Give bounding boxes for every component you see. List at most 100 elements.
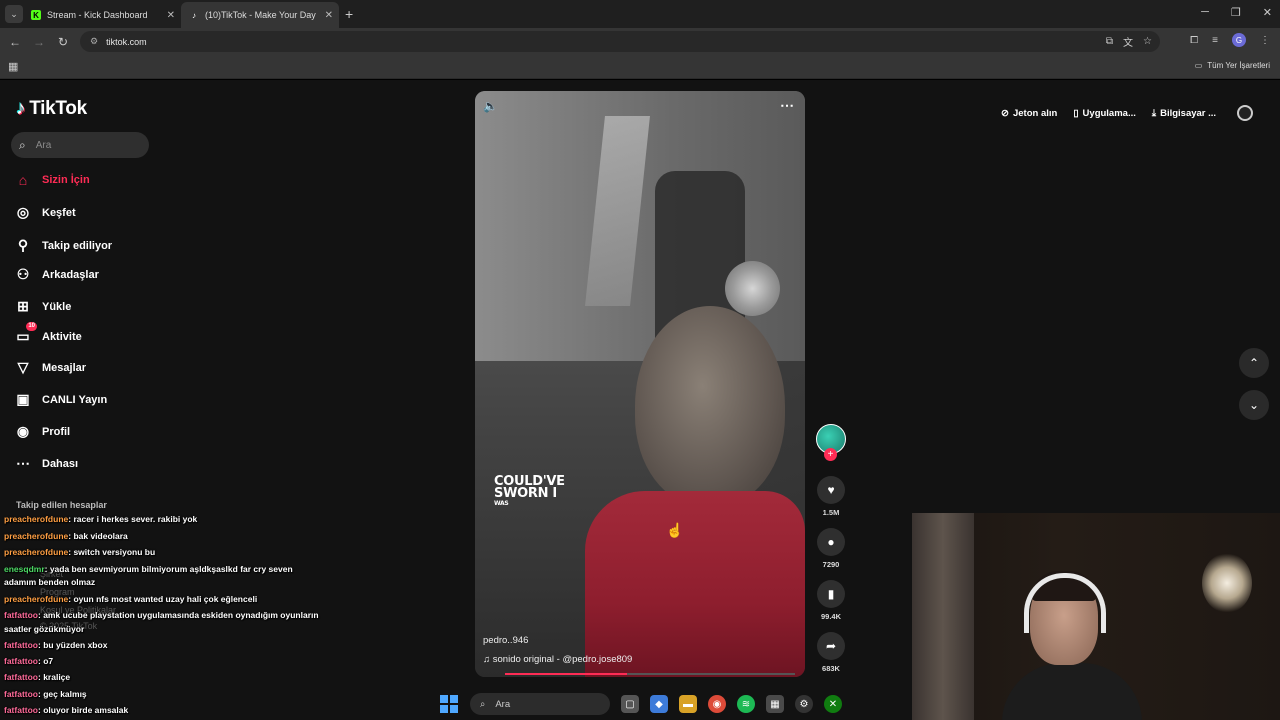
new-tab-icon[interactable]: +	[345, 6, 353, 22]
search-placeholder: Ara	[35, 139, 52, 151]
file-explorer-icon[interactable]: ▬	[679, 695, 697, 713]
tab-tiktok[interactable]: ♪ (10)TikTok - Make Your Day ✕	[181, 2, 339, 28]
chat-username: preacherofdune	[4, 594, 69, 604]
address-bar[interactable]: ⚙ tiktok.com ⧉ 文 ☆	[80, 31, 1160, 52]
compass-icon: ◎	[16, 204, 30, 220]
video-more-icon[interactable]: ⋯	[780, 97, 795, 114]
upload-icon: ⊞	[17, 298, 29, 314]
bookmark-star-icon[interactable]: ☆	[1143, 36, 1152, 47]
heart-icon: ♥	[817, 476, 845, 504]
sidebar-item-friends[interactable]: ⚇ Arkadaşlar	[14, 266, 99, 283]
chevron-down-icon: ⌄	[1248, 398, 1260, 412]
minimize-icon[interactable]: ─	[1201, 6, 1209, 19]
mouse-cursor-icon: ☝	[666, 522, 684, 538]
sidebar-item-live[interactable]: ▣ CANLI Yayın	[14, 391, 107, 408]
share-icon: ➦	[817, 632, 845, 660]
save-button[interactable]: ▮ 99.4K	[814, 580, 848, 621]
video-author[interactable]: pedro..946	[483, 635, 528, 646]
chat-message: fatfattoo: o7	[4, 656, 53, 667]
chat-message: enesqdmr: yada ben sevmiyorum bilmiyorum…	[4, 564, 293, 575]
previous-video-button[interactable]: ⌃	[1239, 348, 1269, 378]
like-count: 1.5M	[822, 508, 840, 517]
tiktok-logo[interactable]: ♪ TikTok	[16, 98, 87, 120]
install-app-icon[interactable]: ⧉	[1106, 36, 1113, 47]
get-app-button[interactable]: ▯ Uygulama...	[1068, 104, 1141, 122]
chat-text: : bak videolara	[68, 531, 128, 541]
back-icon[interactable]: ←	[3, 35, 27, 49]
music-note-icon: ♫	[483, 654, 493, 665]
sidebar-item-messages[interactable]: ▽ Mesajlar	[14, 359, 86, 376]
get-coins-label: Jeton alın	[1012, 107, 1058, 119]
video-frame-subject	[635, 306, 785, 506]
taskbar-search[interactable]: ⌕ Ara	[470, 693, 610, 715]
sidebar-item-profile[interactable]: ◉ Profil	[14, 423, 70, 440]
get-coins-button[interactable]: ⊘ Jeton alın	[996, 104, 1062, 122]
sidebar-item-activity[interactable]: ▭ 10 Aktivite	[14, 322, 82, 345]
browser-toolbar: ← → ↻ ⚙ tiktok.com ⧉ 文 ☆ ⧠ ≡ G ⋮	[0, 28, 1280, 55]
reload-icon[interactable]: ↻	[51, 35, 75, 49]
windows-start-icon[interactable]	[440, 695, 458, 713]
chat-message: preacherofdune: switch versiyonu bu	[4, 547, 155, 558]
all-bookmarks-button[interactable]: ▭ Tüm Yer İşaretleri	[1195, 61, 1270, 70]
sidebar-item-explore[interactable]: ◎ Keşfet	[14, 204, 76, 221]
site-info-icon[interactable]: ⚙	[90, 36, 98, 47]
chat-text: : switch versiyonu bu	[68, 547, 156, 557]
task-view-icon[interactable]: ▢	[621, 695, 639, 713]
media-controls-icon[interactable]: ≡	[1212, 35, 1218, 46]
spotify-icon[interactable]: ≋	[737, 695, 755, 713]
share-button[interactable]: ➦ 683K	[814, 632, 848, 673]
forward-icon[interactable]: →	[27, 35, 51, 49]
chat-username: fatfattoo	[4, 672, 38, 682]
sidebar-item-label: Arkadaşlar	[42, 268, 99, 281]
sidebar-item-label: Takip ediliyor	[42, 239, 113, 252]
extensions-icon[interactable]: ⧠	[1190, 35, 1198, 46]
chat-message: fatfattoo: oluyor birde amsalak	[4, 705, 128, 716]
chat-text: adamım benden olmaz	[4, 577, 96, 587]
user-avatar[interactable]	[1237, 105, 1254, 121]
search-input[interactable]: ⌕ Ara	[11, 132, 149, 158]
comment-button[interactable]: ● 7290	[814, 528, 848, 569]
home-icon: ⌂	[18, 172, 28, 188]
volume-icon[interactable]: 🔈	[483, 99, 498, 113]
profile-avatar[interactable]: G	[1232, 33, 1246, 47]
like-button[interactable]: ♥ 1.5M	[814, 476, 848, 517]
sidebar-item-upload[interactable]: ⊞ Yükle	[14, 298, 71, 315]
webcam-curtain	[912, 513, 974, 720]
overlay-line: WAS	[494, 500, 509, 507]
tab-title: Stream - Kick Dashboard	[47, 10, 148, 20]
video-overlay-text: COULD'VE SWORN I WAS	[494, 475, 565, 508]
xbox-icon[interactable]: ✕	[824, 695, 842, 713]
sidebar-item-more[interactable]: ⋯ Dahası	[14, 455, 78, 472]
tab-search-icon[interactable]: ⌄	[5, 5, 23, 23]
sidebar-item-label: Profil	[42, 425, 71, 438]
restore-icon[interactable]: ❐	[1231, 6, 1241, 19]
close-window-icon[interactable]: ✕	[1263, 6, 1272, 19]
copilot-icon[interactable]: ◆	[650, 695, 668, 713]
desktop-app-button[interactable]: ⤓ Bilgisayar ...	[1147, 104, 1221, 122]
webcam-overlay	[912, 513, 1280, 720]
sidebar-item-label: CANLI Yayın	[42, 393, 108, 406]
video-player[interactable]: 🔈 ⋯ COULD'VE SWORN I WAS pedro..946 ♫ so…	[475, 91, 805, 677]
chat-username: fatfattoo	[4, 610, 38, 620]
video-progress-bar[interactable]	[505, 673, 795, 675]
chrome-icon[interactable]: ◉	[708, 695, 726, 713]
translate-icon[interactable]: 文	[1123, 34, 1133, 49]
apps-grid-icon[interactable]: ▦	[8, 60, 18, 73]
all-bookmarks-label: Tüm Yer İşaretleri	[1207, 61, 1270, 70]
tab-close-icon[interactable]: ✕	[325, 10, 333, 21]
desktop-app-label: Bilgisayar ...	[1160, 107, 1217, 119]
sidebar-item-following[interactable]: ⚲ Takip ediliyor	[14, 237, 112, 254]
steam-icon[interactable]: ⚙	[795, 695, 813, 713]
friends-icon: ⚇	[16, 266, 30, 282]
webcam-person-body	[1002, 663, 1142, 720]
follow-plus-icon[interactable]: +	[824, 448, 837, 461]
store-icon[interactable]: ▦	[766, 695, 784, 713]
tab-kick[interactable]: K Stream - Kick Dashboard ✕	[23, 2, 181, 28]
tab-close-icon[interactable]: ✕	[167, 10, 175, 21]
video-sound[interactable]: ♫ sonido original - @pedro.jose809	[483, 654, 632, 665]
browser-menu-icon[interactable]: ⋮	[1260, 35, 1270, 46]
save-count: 99.4K	[820, 612, 841, 621]
creator-avatar[interactable]: +	[814, 424, 848, 461]
next-video-button[interactable]: ⌄	[1239, 390, 1269, 420]
sidebar-item-for-you[interactable]: ⌂ Sizin İçin	[14, 172, 90, 188]
